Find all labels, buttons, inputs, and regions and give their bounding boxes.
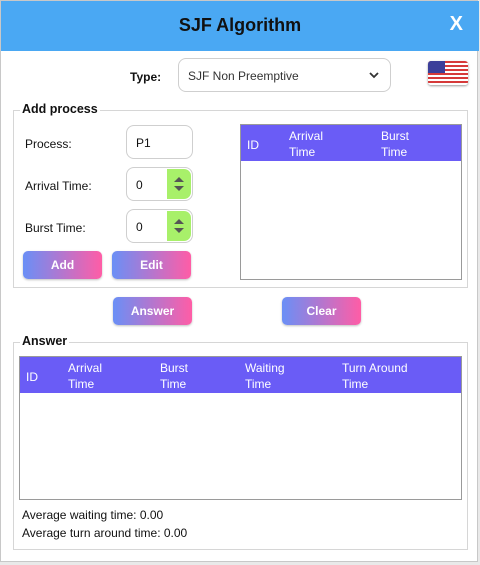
col-turnaround-time: Turn Around Time bbox=[342, 361, 408, 391]
answer-table-header: ID Arrival Time Burst Time Waiting Time … bbox=[20, 357, 461, 393]
col-burst-time: Burst Time bbox=[381, 129, 410, 159]
col-burst-time: Burst Time bbox=[160, 361, 189, 391]
col-waiting-time: Waiting Time bbox=[245, 361, 285, 391]
arrival-time-label: Arrival Time: bbox=[25, 179, 92, 193]
chevron-down-icon bbox=[368, 69, 380, 84]
average-turnaround-time: Average turn around time: 0.00 bbox=[22, 526, 188, 540]
arrival-time-stepper[interactable]: 0 bbox=[126, 167, 193, 201]
process-table-header: ID Arrival Time Burst Time bbox=[241, 125, 461, 161]
arrow-down-icon[interactable] bbox=[174, 228, 184, 233]
process-table: ID Arrival Time Burst Time bbox=[240, 124, 462, 280]
col-id: ID bbox=[26, 370, 38, 384]
edit-button[interactable]: Edit bbox=[112, 251, 191, 279]
process-input[interactable]: P1 bbox=[126, 125, 193, 159]
type-select[interactable]: SJF Non Preemptive bbox=[178, 58, 391, 92]
sjf-window: SJF Algorithm X Type: SJF Non Preemptive… bbox=[0, 0, 479, 562]
add-button[interactable]: Add bbox=[23, 251, 102, 279]
title-bar: SJF Algorithm X bbox=[1, 1, 479, 51]
close-button[interactable]: X bbox=[450, 13, 463, 36]
clear-button[interactable]: Clear bbox=[282, 297, 361, 325]
arrival-time-value: 0 bbox=[136, 178, 143, 192]
col-arrival-time: Arrival Time bbox=[68, 361, 103, 391]
answer-title: Answer bbox=[20, 334, 70, 348]
col-id: ID bbox=[247, 138, 259, 152]
type-select-value: SJF Non Preemptive bbox=[188, 69, 299, 83]
answer-table: ID Arrival Time Burst Time Waiting Time … bbox=[19, 356, 462, 500]
answer-button[interactable]: Answer bbox=[113, 297, 192, 325]
process-label: Process: bbox=[25, 137, 72, 151]
arrival-spinner[interactable] bbox=[167, 169, 191, 199]
type-label: Type: bbox=[130, 70, 162, 84]
add-process-title: Add process bbox=[20, 102, 100, 116]
col-arrival-time: Arrival Time bbox=[289, 129, 324, 159]
us-flag-icon[interactable] bbox=[428, 61, 468, 85]
burst-time-label: Burst Time: bbox=[25, 221, 86, 235]
process-input-value: P1 bbox=[136, 136, 151, 150]
burst-spinner[interactable] bbox=[167, 211, 191, 241]
arrow-up-icon[interactable] bbox=[174, 177, 184, 182]
arrow-down-icon[interactable] bbox=[174, 186, 184, 191]
arrow-up-icon[interactable] bbox=[174, 219, 184, 224]
average-waiting-time: Average waiting time: 0.00 bbox=[22, 508, 164, 522]
burst-time-value: 0 bbox=[136, 220, 143, 234]
burst-time-stepper[interactable]: 0 bbox=[126, 209, 193, 243]
window-title: SJF Algorithm bbox=[178, 15, 302, 35]
